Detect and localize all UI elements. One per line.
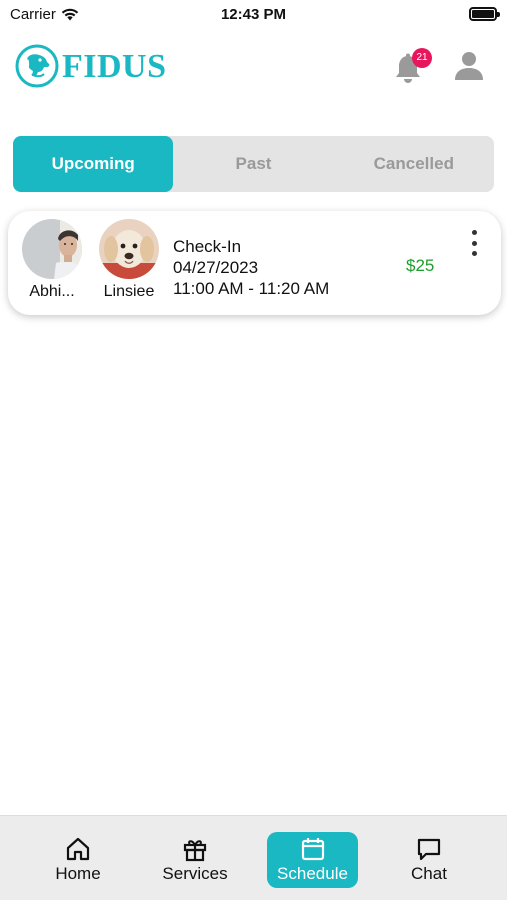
chat-icon (417, 838, 441, 861)
appointment-tabs: Upcoming Past Cancelled (13, 136, 494, 192)
app-logo: FIDUS (14, 43, 167, 89)
more-dot (471, 251, 477, 256)
owner-avatar (22, 219, 82, 279)
appointment-date: 04/27/2023 (173, 258, 259, 277)
user-icon (455, 52, 483, 80)
owner: Abhi... (20, 219, 84, 301)
bottom-nav: Home Services Schedule Chat (0, 815, 507, 900)
notifications-button[interactable]: 21 (392, 48, 432, 86)
owner-photo (22, 219, 82, 279)
notification-badge: 21 (412, 48, 432, 68)
battery-icon (469, 7, 500, 21)
profile-button[interactable] (452, 48, 488, 84)
appointment-time: 11:00 AM - 11:20 AM (173, 279, 330, 298)
appointment-card[interactable]: Abhi... Linsiee Check-In 04/27/2023 11:0… (8, 211, 501, 315)
more-dot (471, 230, 477, 235)
tab-cancelled[interactable]: Cancelled (334, 136, 494, 192)
nav-chat-label: Chat (411, 864, 447, 883)
status-time: 12:43 PM (220, 6, 287, 23)
pet-photo (99, 219, 159, 279)
nav-services[interactable]: Services (150, 832, 240, 888)
nav-home[interactable]: Home (38, 832, 118, 888)
status-bar: Carrier 12:43 PM (0, 0, 507, 30)
nav-chat[interactable]: Chat (390, 832, 468, 888)
nav-home-label: Home (55, 864, 101, 883)
app-header: FIDUS 21 (0, 40, 507, 96)
gift-icon (183, 840, 207, 862)
tab-upcoming[interactable]: Upcoming (13, 136, 174, 192)
owner-name: Abhi... (29, 283, 75, 300)
service-type: Check-In (173, 237, 242, 256)
calendar-icon (301, 838, 324, 861)
pet-avatar (99, 219, 159, 279)
more-dot (471, 240, 477, 246)
nav-schedule-label: Schedule (277, 864, 348, 883)
pet: Linsiee (97, 219, 161, 301)
logo-text: FIDUS (62, 48, 167, 85)
more-options-icon[interactable] (468, 230, 480, 256)
dog-logo-icon (15, 44, 59, 88)
pet-name: Linsiee (103, 283, 155, 300)
nav-schedule[interactable]: Schedule (267, 832, 358, 888)
home-icon (66, 837, 90, 861)
tab-past[interactable]: Past (173, 136, 333, 192)
nav-services-label: Services (162, 864, 228, 883)
appointment-price: $25 (406, 256, 435, 275)
appointment-details: Check-In 04/27/2023 11:00 AM - 11:20 AM (173, 236, 329, 299)
